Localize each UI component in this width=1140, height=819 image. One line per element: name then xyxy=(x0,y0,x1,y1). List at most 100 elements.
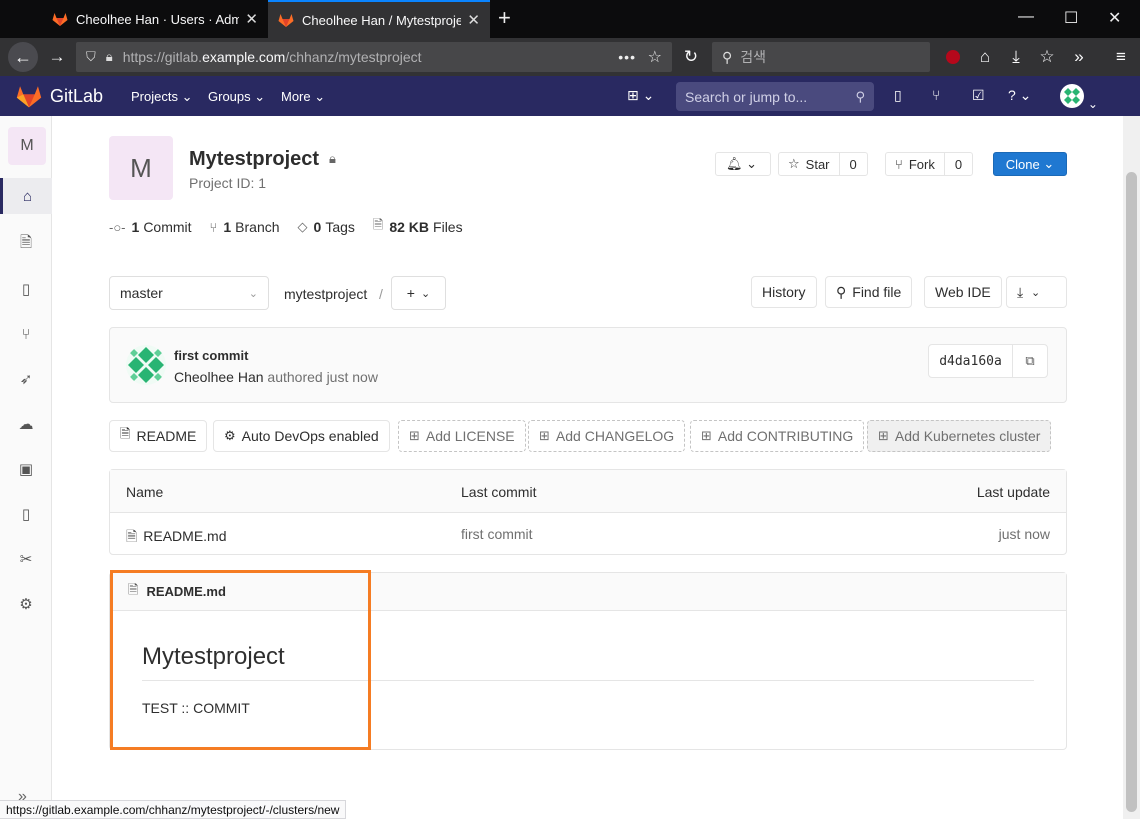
star-count[interactable]: 0 xyxy=(840,153,867,175)
tab-title: Cheolhee Han / Mytestproject xyxy=(302,12,462,28)
user-avatar[interactable]: ⌄ xyxy=(1060,84,1098,111)
download-icon: ⤓ xyxy=(1017,283,1024,300)
branch-selector[interactable]: master ⌄ xyxy=(109,276,269,310)
minimize-icon[interactable]: — xyxy=(1018,8,1034,26)
chevron-down-icon: ⌄ xyxy=(1030,286,1041,299)
browser-tab-bar: Cheolhee Han · Users · Admin ✕ Cheolhee … xyxy=(0,0,1140,38)
plus-square-icon: ⊞ xyxy=(539,428,550,443)
star-button[interactable]: ☆ Star 0 xyxy=(778,152,868,176)
window-close-icon[interactable]: ✕ xyxy=(1108,8,1121,28)
more-menu[interactable]: More ⌄ xyxy=(281,89,325,105)
history-button[interactable]: History xyxy=(751,276,817,308)
forward-icon[interactable]: → xyxy=(44,44,70,70)
commits-link[interactable]: -○- 1 Commit xyxy=(109,219,192,235)
wiki-icon[interactable]: ▯ xyxy=(0,496,52,532)
gitlab-search-input[interactable]: Search or jump to... ⚲ xyxy=(676,82,874,111)
auto-devops-button[interactable]: ⚙ Auto DevOps enabled xyxy=(213,420,390,452)
ci-cd-icon[interactable]: ➶ xyxy=(0,361,52,397)
scrollbar-thumb[interactable] xyxy=(1126,172,1137,812)
fork-icon: ⑂ xyxy=(895,156,903,172)
branches-link[interactable]: ⑂ 1 Branch xyxy=(210,219,280,235)
readme-divider xyxy=(142,680,1034,681)
file-icon: 🗎︎ xyxy=(120,426,131,441)
close-tab-icon[interactable]: ✕ xyxy=(467,11,480,29)
issues-icon[interactable]: ▯ xyxy=(894,87,902,104)
new-dropdown-icon[interactable]: ⊞ ⌄ xyxy=(627,87,654,104)
bookmarks-icon[interactable]: ☆ xyxy=(1034,44,1060,70)
projects-menu[interactable]: Projects ⌄ xyxy=(131,89,192,105)
readme-header: 🗎︎ README.md xyxy=(110,573,1066,611)
packages-icon[interactable]: ▣ xyxy=(0,451,52,487)
help-icon[interactable]: ? ⌄ xyxy=(1008,87,1031,104)
file-icon: 🗎︎ xyxy=(126,528,138,544)
gitlab-brand: GitLab xyxy=(50,85,104,106)
commit-author-avatar[interactable] xyxy=(126,345,166,385)
browser-tab-project[interactable]: Cheolhee Han / Mytestproject ✕ xyxy=(268,0,490,38)
repository-icon[interactable]: 🗎︎ xyxy=(0,226,52,262)
merge-requests-icon[interactable]: ⑂ xyxy=(0,316,52,352)
operations-icon[interactable]: ☁ xyxy=(0,406,52,442)
groups-menu[interactable]: Groups ⌄ xyxy=(208,89,265,105)
page-scrollbar[interactable] xyxy=(1123,116,1140,819)
add-license-button[interactable]: ⊞ Add LICENSE xyxy=(398,420,526,452)
notifications-dropdown[interactable]: 🔔︎ ⌄ xyxy=(715,152,771,176)
tags-link[interactable]: ◇ 0 Tags xyxy=(298,219,355,235)
snippets-icon[interactable]: ✂ xyxy=(0,541,52,577)
web-ide-button[interactable]: Web IDE xyxy=(924,276,1002,308)
page-actions-icon[interactable]: ••• xyxy=(618,49,636,65)
merge-requests-icon[interactable]: ⑂ xyxy=(932,87,940,103)
add-contributing-button[interactable]: ⊞ Add CONTRIBUTING xyxy=(690,420,865,452)
search-icon: ⚲ xyxy=(722,48,733,65)
file-last-commit-link[interactable]: first commit xyxy=(461,526,533,542)
add-changelog-button[interactable]: ⊞ Add CHANGELOG xyxy=(528,420,686,452)
file-name-link[interactable]: 🗎︎ README.md xyxy=(126,526,227,550)
bookmark-star-icon[interactable]: ☆ xyxy=(648,47,662,67)
clone-button[interactable]: Clone ⌄ xyxy=(993,152,1067,176)
add-to-tree-dropdown[interactable]: + ⌄ xyxy=(391,276,446,310)
commit-meta: Cheolhee Han authored just now xyxy=(174,369,378,385)
fork-count[interactable]: 0 xyxy=(945,153,972,175)
readme-heading: Mytestproject xyxy=(142,643,285,670)
private-lock-icon: 🔒︎ xyxy=(329,151,336,166)
files-link[interactable]: 🗎︎ 82 KB Files xyxy=(373,216,463,238)
browser-search-input[interactable]: ⚲ 검색 xyxy=(712,42,930,72)
todos-icon[interactable]: ☑ xyxy=(972,87,985,104)
column-header-name: Name xyxy=(126,484,164,500)
reload-icon[interactable]: ↻ xyxy=(678,44,704,70)
maximize-icon[interactable]: ☐ xyxy=(1064,8,1078,28)
chevron-down-icon: ⌄ xyxy=(420,287,431,300)
download-dropdown[interactable]: ⤓ ⌄ xyxy=(1006,276,1067,308)
tracking-shield-icon[interactable]: ⛉ xyxy=(86,49,96,65)
new-tab-icon[interactable]: + xyxy=(498,6,511,30)
commit-title-link[interactable]: first commit xyxy=(174,348,248,363)
sidebar-project-avatar[interactable]: M xyxy=(8,127,46,165)
overflow-icon[interactable]: » xyxy=(1066,44,1092,70)
fork-button[interactable]: ⑂ Fork 0 xyxy=(885,152,974,176)
chevron-down-icon: ⌄ xyxy=(248,287,258,300)
commit-sha[interactable]: d4da160a xyxy=(929,345,1013,377)
readme-filename-link[interactable]: README.md xyxy=(146,584,225,599)
gitlab-favicon-icon xyxy=(52,13,68,26)
close-tab-icon[interactable]: ✕ xyxy=(245,10,258,28)
home-icon[interactable]: ⌂ xyxy=(972,44,998,70)
find-file-button[interactable]: ⚲ Find file xyxy=(825,276,913,308)
issues-icon[interactable]: ▯ xyxy=(0,271,52,307)
readme-panel: 🗎︎ README.md Mytestproject TEST :: COMMI… xyxy=(109,572,1067,750)
browser-tab-admin[interactable]: Cheolhee Han · Users · Admin ✕ xyxy=(42,0,268,38)
hamburger-menu-icon[interactable]: ≡ xyxy=(1108,44,1134,70)
identicon-icon xyxy=(126,345,166,385)
ublock-icon[interactable] xyxy=(940,44,966,70)
commit-author-link[interactable]: Cheolhee Han xyxy=(174,369,264,385)
table-row[interactable]: 🗎︎ README.md first commit just now xyxy=(110,513,1066,555)
readme-button[interactable]: 🗎︎ README xyxy=(109,420,208,452)
home-icon[interactable]: ⌂ xyxy=(0,178,52,214)
site-lock-icon[interactable]: 🔒︎ xyxy=(106,49,113,65)
gitlab-home-link[interactable]: GitLab xyxy=(16,84,103,108)
back-icon[interactable]: ← xyxy=(8,42,38,72)
add-kubernetes-cluster-button[interactable]: ⊞ Add Kubernetes cluster xyxy=(867,420,1052,452)
download-icon[interactable]: ⤓ xyxy=(1003,44,1029,70)
settings-icon[interactable]: ⚙ xyxy=(0,586,52,622)
breadcrumb[interactable]: mytestproject xyxy=(284,286,367,302)
copy-icon[interactable]: ⧉ xyxy=(1013,345,1047,377)
url-bar[interactable]: ⛉ 🔒︎ https://gitlab.example.com/chhanz/m… xyxy=(76,42,672,72)
